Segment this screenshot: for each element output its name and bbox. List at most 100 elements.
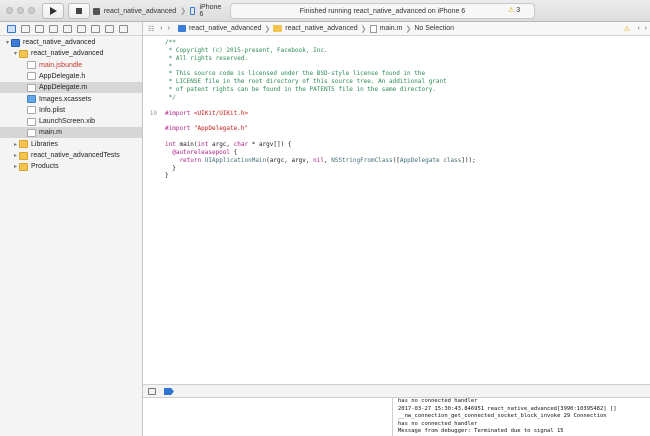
navigator-item-label: main.jsbundle: [39, 61, 83, 69]
code-line: @autoreleasepool {: [147, 149, 237, 157]
code-line: int main(int argc, char * argv[]) {: [147, 141, 291, 149]
folder-navigator-icon[interactable]: [7, 24, 16, 33]
code-token: * LICENSE file in the root directory of …: [165, 78, 447, 86]
file-icon: [27, 61, 36, 70]
code-token: }: [165, 164, 176, 172]
navigator-item-label: Info.plist: [39, 106, 66, 114]
run-button[interactable]: [42, 3, 64, 19]
breakpoints-toggle-icon[interactable]: [164, 388, 174, 395]
code-token: (argc, argv,: [266, 156, 314, 164]
console-output[interactable]: has no connected handler 2017-03-27 15:30…: [394, 398, 650, 436]
navigator-item-label: LaunchScreen.xib: [39, 118, 96, 126]
disclosure-triangle-icon[interactable]: ▸: [12, 152, 19, 159]
breadcrumb-project[interactable]: react_native_advanced: [177, 25, 262, 32]
breadcrumb-selection-label: No Selection: [414, 25, 455, 32]
header-icon: [27, 72, 36, 81]
code-line: return UIApplicationMain(argc, argv, nil…: [147, 156, 476, 165]
code-token: ([: [392, 156, 400, 164]
code-token: * All rights reserved.: [165, 54, 249, 62]
code-token: NSStringFromClass: [331, 156, 393, 164]
debug-navigator-icon[interactable]: [91, 24, 100, 33]
navigator-item[interactable]: ▸ Products: [0, 161, 142, 172]
breadcrumb-group-label: react_native_advanced: [285, 25, 358, 32]
file-icon: [27, 117, 36, 126]
disclosure-triangle-icon[interactable]: ▸: [12, 163, 19, 170]
navigator-item[interactable]: ▾ react_native_advanced: [0, 48, 142, 59]
file-icon: [27, 83, 36, 92]
code-line: */: [147, 94, 176, 102]
code-token: * Copyright (c) 2015-present, Facebook, …: [165, 46, 328, 54]
code-token: AppDelegate class: [399, 156, 462, 164]
source-editor[interactable]: /** * Copyright (c) 2015-present, Facebo…: [143, 36, 650, 384]
code-token: ]));: [461, 156, 476, 164]
code-token: * argv[]) {: [251, 141, 292, 149]
navigator-item[interactable]: main.m: [0, 127, 142, 139]
variables-view[interactable]: [143, 398, 393, 436]
symbol-navigator-icon[interactable]: [35, 24, 44, 33]
breakpoint-navigator-icon[interactable]: [105, 24, 114, 33]
forward-arrow-icon[interactable]: ›: [168, 25, 170, 32]
activity-status: Finished running react_native_advanced o…: [230, 3, 535, 19]
code-token: #import: [165, 125, 194, 133]
warning-icon[interactable]: ⚠: [624, 25, 630, 33]
warning-indicator[interactable]: ⚠ 3: [508, 6, 521, 15]
navigator-item[interactable]: ▾ react_native_advanced: [0, 37, 142, 48]
zoom-window-button[interactable]: [28, 7, 35, 14]
stop-button[interactable]: [68, 3, 90, 19]
code-token: *: [165, 62, 173, 70]
code-token: */: [165, 93, 176, 101]
disclosure-triangle-icon[interactable]: ▸: [12, 141, 19, 148]
navigator-item[interactable]: AppDelegate.h: [0, 71, 142, 82]
navigator-item[interactable]: ▸ Libraries: [0, 139, 142, 150]
status-text: Finished running react_native_advanced o…: [299, 7, 466, 15]
code-token: * This source code is licensed under the…: [165, 70, 426, 78]
device-name: iPhone 6: [199, 4, 222, 18]
close-window-button[interactable]: [6, 7, 13, 14]
navigator-item[interactable]: LaunchScreen.xib: [0, 116, 142, 127]
hide-debug-area-icon[interactable]: [148, 388, 156, 395]
navigator-item[interactable]: ▸ react_native_advancedTests: [0, 150, 142, 161]
breadcrumb-file[interactable]: main.m: [369, 24, 402, 33]
code-token: #import: [165, 109, 194, 117]
code-line: * of patent rights can be found in the P…: [147, 86, 436, 94]
folder-icon: [273, 25, 283, 32]
navigator-item[interactable]: Info.plist: [0, 105, 142, 116]
test-navigator-icon[interactable]: [77, 24, 86, 33]
navigator-item-label: main.m: [39, 129, 62, 137]
project-navigator: ▾ react_native_advanced ▾ react_native_adva…: [0, 22, 143, 436]
console-line: has no connected handler: [398, 420, 478, 427]
code-token: int: [165, 141, 180, 149]
chevron-right-icon: ❯: [180, 8, 187, 15]
source-control-navigator-icon[interactable]: [21, 24, 30, 33]
breadcrumb-group[interactable]: react_native_advanced: [273, 25, 358, 32]
disclosure-triangle-icon[interactable]: ▾: [4, 39, 11, 46]
report-navigator-icon[interactable]: [119, 24, 128, 33]
disclosure-triangle-icon[interactable]: ▾: [12, 50, 19, 57]
navigator-item-label: react_native_advancedTests: [31, 152, 120, 159]
minimize-window-button[interactable]: [17, 7, 24, 14]
navigator-item[interactable]: Images.xcassets: [0, 94, 142, 105]
chevron-left-icon[interactable]: ‹: [638, 25, 640, 32]
breadcrumb-selection[interactable]: No Selection: [414, 25, 454, 32]
find-navigator-icon[interactable]: [49, 24, 58, 33]
folder-icon: [19, 151, 28, 160]
breadcrumb-project-label: react_native_advanced: [188, 25, 262, 32]
back-arrow-icon[interactable]: ‹: [160, 25, 162, 32]
file-icon: [27, 106, 36, 115]
navigator-item[interactable]: AppDelegate.m: [0, 82, 142, 94]
navigator-selector-bar: [0, 22, 142, 36]
related-items-icon[interactable]: ☷: [148, 25, 154, 33]
code-line: /**: [147, 39, 176, 47]
code-token: int: [197, 141, 212, 149]
issue-navigator-icon[interactable]: [63, 24, 72, 33]
scheme-selector[interactable]: react_native_advanced ❯ iPhone 6: [93, 3, 223, 19]
chevron-right-icon[interactable]: ›: [645, 25, 647, 32]
toolbar: react_native_advanced ❯ iPhone 6 Finishe…: [0, 0, 650, 22]
chevron-right-icon: ❯: [264, 25, 271, 33]
code-token: nil: [313, 156, 324, 164]
navigator-item[interactable]: main.jsbundle: [0, 60, 142, 71]
debug-bar: [143, 384, 650, 398]
warning-count: 3: [516, 6, 521, 14]
code-token: <UIKit/UIKit.h>: [193, 109, 249, 117]
